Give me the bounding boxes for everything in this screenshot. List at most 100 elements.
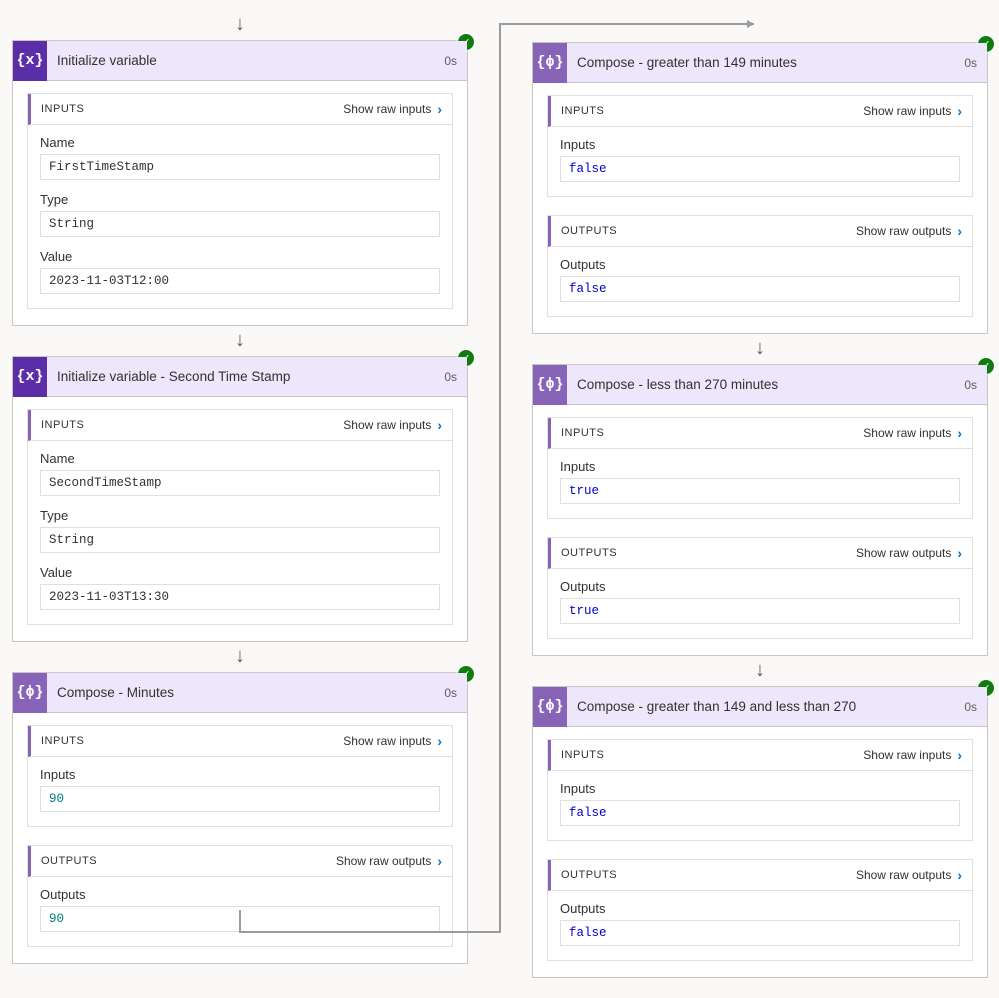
outputs-section: OUTPUTS Show raw outputs› Outputs 90 <box>27 845 453 947</box>
field-label-inputs: Inputs <box>560 781 960 796</box>
value-type: String <box>40 527 440 553</box>
chevron-right-icon: › <box>437 417 442 433</box>
inputs-section: INPUTS Show raw inputs› Inputs false <box>547 95 973 197</box>
outputs-heading: OUTPUTS <box>41 855 97 867</box>
inputs-section: INPUTS Show raw inputs› Name SecondTimeS… <box>27 409 453 625</box>
chevron-right-icon: › <box>957 425 962 441</box>
outputs-section: OUTPUTS Show raw outputs› Outputs false <box>547 859 973 961</box>
outputs-section: OUTPUTS Show raw outputs› Outputs true <box>547 537 973 639</box>
inputs-section: INPUTS Show raw inputs› Inputs 90 <box>27 725 453 827</box>
value-inputs: true <box>560 478 960 504</box>
show-raw-inputs-link[interactable]: Show raw inputs› <box>863 103 962 119</box>
value-value: 2023-11-03T13:30 <box>40 584 440 610</box>
field-label-outputs: Outputs <box>560 901 960 916</box>
action-card-initialize-variable[interactable]: ✓ {x} Initialize variable 0s INPUTS Show… <box>12 40 468 326</box>
compose-icon: {ϕ} <box>533 43 567 83</box>
card-title: Initialize variable <box>47 53 444 68</box>
card-title: Compose - greater than 149 and less than… <box>567 699 964 714</box>
value-inputs: 90 <box>40 786 440 812</box>
card-header[interactable]: {ϕ} Compose - greater than 149 and less … <box>533 687 987 727</box>
compose-icon: {ϕ} <box>533 365 567 405</box>
show-raw-outputs-link[interactable]: Show raw outputs› <box>856 545 962 561</box>
value-type: String <box>40 211 440 237</box>
inputs-heading: INPUTS <box>41 103 84 115</box>
action-card-compose-gt149[interactable]: ✓ {ϕ} Compose - greater than 149 minutes… <box>532 42 988 334</box>
arrow-down-icon: ↓ <box>755 660 765 680</box>
inputs-heading: INPUTS <box>41 735 84 747</box>
field-label-inputs: Inputs <box>560 137 960 152</box>
outputs-section: OUTPUTS Show raw outputs› Outputs false <box>547 215 973 317</box>
compose-icon: {ϕ} <box>533 687 567 727</box>
field-label-value: Value <box>40 565 440 580</box>
arrow-down-icon: ↓ <box>235 14 245 34</box>
duration-label: 0s <box>964 700 987 714</box>
chevron-right-icon: › <box>957 867 962 883</box>
chevron-right-icon: › <box>957 747 962 763</box>
show-raw-inputs-link[interactable]: Show raw inputs› <box>863 425 962 441</box>
value-outputs: true <box>560 598 960 624</box>
field-label-outputs: Outputs <box>40 887 440 902</box>
card-header[interactable]: {ϕ} Compose - greater than 149 minutes 0… <box>533 43 987 83</box>
duration-label: 0s <box>444 370 467 384</box>
field-label-inputs: Inputs <box>40 767 440 782</box>
inputs-section: INPUTS Show raw inputs› Name FirstTimeSt… <box>27 93 453 309</box>
arrow-down-icon: ↓ <box>235 330 245 350</box>
action-card-initialize-variable-2[interactable]: ✓ {x} Initialize variable - Second Time … <box>12 356 468 642</box>
show-raw-outputs-link[interactable]: Show raw outputs› <box>856 867 962 883</box>
compose-icon: {ϕ} <box>13 673 47 713</box>
card-header[interactable]: {ϕ} Compose - less than 270 minutes 0s <box>533 365 987 405</box>
field-label-type: Type <box>40 192 440 207</box>
field-label-outputs: Outputs <box>560 257 960 272</box>
variable-icon: {x} <box>13 41 47 81</box>
action-card-compose-lt270[interactable]: ✓ {ϕ} Compose - less than 270 minutes 0s… <box>532 364 988 656</box>
field-label-value: Value <box>40 249 440 264</box>
card-title: Compose - greater than 149 minutes <box>567 55 964 70</box>
inputs-section: INPUTS Show raw inputs› Inputs true <box>547 417 973 519</box>
show-raw-outputs-link[interactable]: Show raw outputs› <box>336 853 442 869</box>
field-label-name: Name <box>40 451 440 466</box>
outputs-heading: OUTPUTS <box>561 869 617 881</box>
flow-column-right: ✓ {ϕ} Compose - greater than 149 minutes… <box>532 10 988 978</box>
outputs-heading: OUTPUTS <box>561 547 617 559</box>
action-card-compose-gt149-lt270[interactable]: ✓ {ϕ} Compose - greater than 149 and les… <box>532 686 988 978</box>
duration-label: 0s <box>964 56 987 70</box>
inputs-section: INPUTS Show raw inputs› Inputs false <box>547 739 973 841</box>
arrow-down-icon: ↓ <box>235 646 245 666</box>
inputs-heading: INPUTS <box>41 419 84 431</box>
card-title: Compose - Minutes <box>47 685 444 700</box>
show-raw-outputs-link[interactable]: Show raw outputs› <box>856 223 962 239</box>
chevron-right-icon: › <box>437 733 442 749</box>
value-inputs: false <box>560 156 960 182</box>
value-name: SecondTimeStamp <box>40 470 440 496</box>
card-header[interactable]: {ϕ} Compose - Minutes 0s <box>13 673 467 713</box>
chevron-right-icon: › <box>957 545 962 561</box>
inputs-heading: INPUTS <box>561 749 604 761</box>
chevron-right-icon: › <box>437 853 442 869</box>
field-label-outputs: Outputs <box>560 579 960 594</box>
card-header[interactable]: {x} Initialize variable - Second Time St… <box>13 357 467 397</box>
inputs-heading: INPUTS <box>561 427 604 439</box>
variable-icon: {x} <box>13 357 47 397</box>
show-raw-inputs-link[interactable]: Show raw inputs› <box>343 417 442 433</box>
outputs-heading: OUTPUTS <box>561 225 617 237</box>
duration-label: 0s <box>444 686 467 700</box>
card-title: Initialize variable - Second Time Stamp <box>47 369 444 384</box>
show-raw-inputs-link[interactable]: Show raw inputs› <box>343 733 442 749</box>
show-raw-inputs-link[interactable]: Show raw inputs› <box>343 101 442 117</box>
chevron-right-icon: › <box>437 101 442 117</box>
flow-column-left: ↓ ✓ {x} Initialize variable 0s INPUTS Sh… <box>12 10 468 978</box>
value-outputs: 90 <box>40 906 440 932</box>
duration-label: 0s <box>964 378 987 392</box>
show-raw-inputs-link[interactable]: Show raw inputs› <box>863 747 962 763</box>
inputs-heading: INPUTS <box>561 105 604 117</box>
arrow-down-icon: ↓ <box>755 338 765 358</box>
field-label-name: Name <box>40 135 440 150</box>
action-card-compose-minutes[interactable]: ✓ {ϕ} Compose - Minutes 0s INPUTS Show r… <box>12 672 468 964</box>
chevron-right-icon: › <box>957 223 962 239</box>
value-outputs: false <box>560 276 960 302</box>
value-outputs: false <box>560 920 960 946</box>
value-inputs: false <box>560 800 960 826</box>
card-header[interactable]: {x} Initialize variable 0s <box>13 41 467 81</box>
value-value: 2023-11-03T12:00 <box>40 268 440 294</box>
duration-label: 0s <box>444 54 467 68</box>
